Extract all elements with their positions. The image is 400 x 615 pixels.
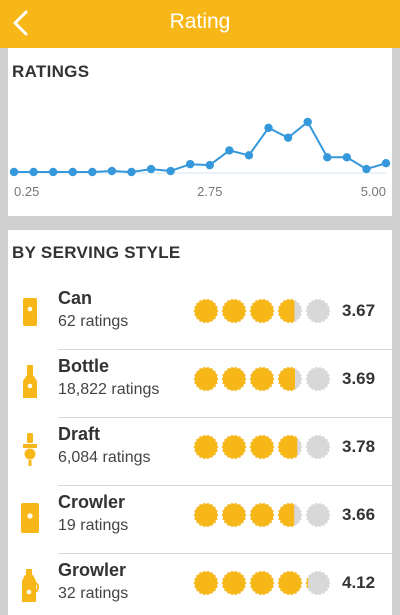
bottle-cap-icon [193, 502, 219, 528]
x-tick-label: 5.00 [361, 184, 386, 199]
rating-count: 19 ratings [58, 517, 129, 534]
style-name: Bottle [58, 356, 109, 376]
rating-count: 62 ratings [58, 313, 129, 330]
bottle-cap-icon [305, 502, 331, 528]
data-point [68, 167, 77, 177]
data-point [323, 153, 332, 162]
bottle-cap-icon [193, 366, 219, 392]
bottle-cap-icon [221, 298, 247, 324]
average-score: 3.67 [342, 301, 376, 320]
bottle-cap-icon [249, 570, 275, 596]
cap-rating [193, 502, 331, 528]
data-point [283, 133, 293, 142]
growler-icon [20, 568, 40, 604]
bottle-icon [20, 364, 40, 400]
style-name: Crowler [58, 492, 126, 512]
data-point [205, 160, 214, 170]
average-score: 3.78 [342, 437, 376, 456]
data-point [244, 151, 254, 160]
x-tick-label: 0.25 [14, 184, 39, 199]
data-point [225, 146, 234, 155]
bottle-cap-icon [277, 366, 303, 392]
rating-count: 32 ratings [58, 585, 129, 602]
data-point [303, 117, 312, 127]
average-score: 3.69 [342, 369, 376, 388]
rating-count: 18,822 ratings [58, 381, 160, 398]
bottle-cap-icon [305, 298, 331, 324]
rating-count: 6,084 ratings [58, 449, 151, 466]
serving-style-row[interactable]: Bottle 18,822 ratings 3.69 [8, 350, 392, 418]
bottle-cap-icon [305, 434, 331, 460]
bottle-cap-icon [249, 298, 275, 324]
serving-style-row[interactable]: Draft 6,084 ratings 3.78 [8, 418, 392, 486]
cap-rating [193, 434, 331, 460]
data-point [166, 166, 175, 176]
data-point [88, 167, 97, 177]
bottle-cap-icon [193, 434, 219, 460]
average-score: 4.12 [342, 573, 376, 592]
ratings-chart: 0.25 2.75 5.00 [9, 117, 391, 199]
app-frame: Rating RATINGS 0.25 2.75 5.00 BY SERVING S… [0, 0, 400, 615]
x-tick-label: 2.75 [197, 184, 222, 199]
bottle-cap-icon [277, 502, 303, 528]
data-point [342, 153, 352, 162]
data-point [48, 167, 58, 177]
bottle-cap-icon [277, 298, 303, 324]
data-point [362, 164, 371, 174]
ratings-heading: RATINGS [12, 62, 90, 81]
nav-header: Rating [0, 0, 400, 48]
style-name: Draft [58, 424, 101, 444]
bottle-cap-icon [249, 366, 275, 392]
data-point [381, 158, 391, 168]
page-title: Rating [169, 10, 231, 33]
average-score: 3.66 [342, 505, 376, 524]
bottle-cap-icon [305, 366, 331, 392]
bottle-cap-icon [305, 570, 331, 596]
bottle-cap-icon [277, 434, 303, 460]
cap-rating [193, 298, 331, 324]
serving-style-heading: BY SERVING STYLE [12, 243, 181, 262]
bottle-cap-icon [221, 434, 247, 460]
cap-rating [193, 570, 331, 596]
ratings-series-line [14, 120, 387, 174]
bottle-cap-icon [221, 366, 247, 392]
bottle-cap-icon [249, 434, 275, 460]
data-point [186, 159, 195, 169]
data-point [264, 123, 273, 133]
serving-style-card: BY SERVING STYLE Can 62 ratings 3.67 Bottle… [8, 230, 392, 615]
bottle-cap-icon [277, 570, 303, 596]
bottle-cap-icon [249, 502, 275, 528]
bottle-cap-icon [221, 570, 247, 596]
data-point [9, 167, 19, 177]
style-name: Can [58, 288, 93, 308]
data-point [107, 166, 117, 176]
bottle-cap-icon [193, 298, 219, 324]
cap-rating [193, 366, 331, 392]
ratings-card: RATINGS 0.25 2.75 5.00 [8, 48, 392, 216]
style-name: Growler [58, 560, 127, 580]
can-icon [20, 296, 40, 332]
draft-tap-icon [20, 432, 40, 468]
bottle-cap-icon [221, 502, 247, 528]
serving-style-row[interactable]: Crowler 19 ratings 3.66 [8, 486, 392, 554]
data-point [146, 164, 156, 174]
crowler-icon [20, 500, 40, 536]
bottle-cap-icon [193, 570, 219, 596]
serving-style-row[interactable]: Can 62 ratings 3.67 [8, 282, 392, 350]
serving-style-row[interactable]: Growler 32 ratings 4.12 [8, 554, 392, 615]
data-point [29, 167, 38, 177]
data-point [127, 167, 136, 177]
